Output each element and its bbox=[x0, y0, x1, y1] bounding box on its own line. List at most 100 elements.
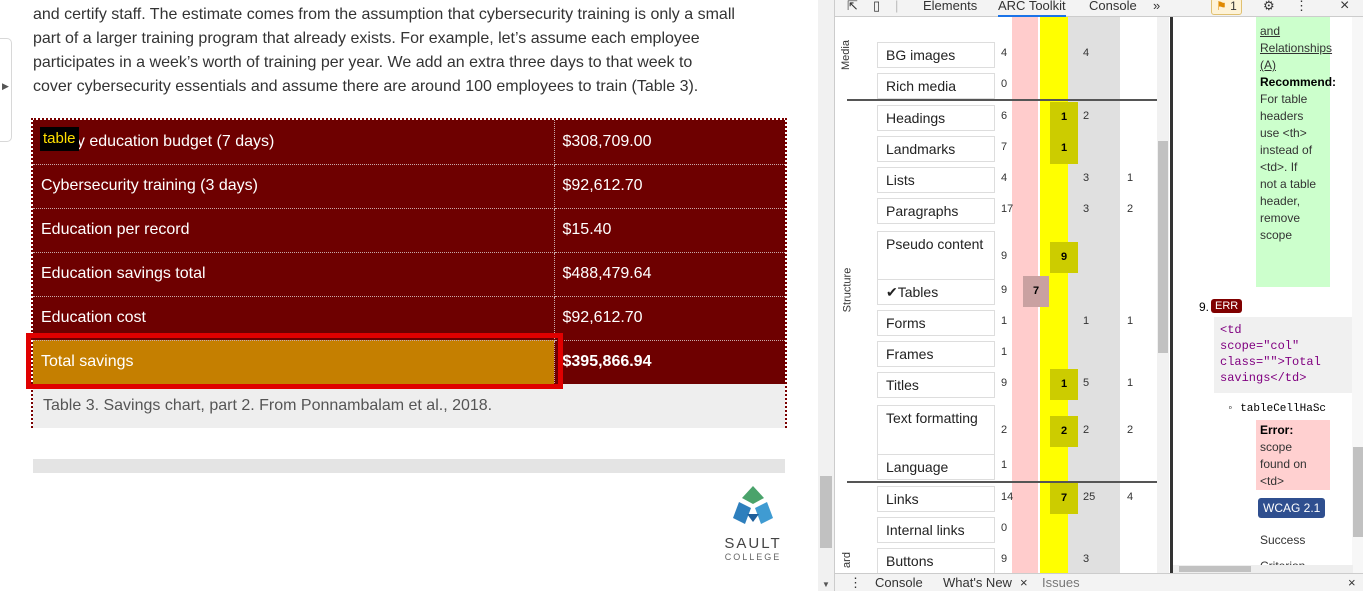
info-count[interactable]: 4 bbox=[1083, 47, 1089, 59]
web-page: ▶ and certify staff. The estimate comes … bbox=[0, 0, 818, 591]
horizontal-scrollbar[interactable] bbox=[1173, 565, 1353, 573]
detail-scrollbar[interactable] bbox=[1352, 17, 1363, 573]
close-drawer-icon[interactable]: × bbox=[1348, 576, 1356, 590]
category-label[interactable]: Titles bbox=[877, 372, 995, 398]
page-scrollbar-thumb[interactable] bbox=[820, 476, 832, 548]
category-label[interactable]: Landmarks bbox=[877, 136, 995, 162]
alert-count[interactable]: 1 bbox=[1050, 102, 1078, 133]
drawer-menu-icon[interactable]: ⋮ bbox=[849, 576, 862, 590]
tab-elements[interactable]: Elements bbox=[923, 0, 977, 15]
alert-count[interactable]: 2 bbox=[1050, 416, 1078, 447]
device-toolbar-icon[interactable]: ▯ bbox=[873, 0, 880, 15]
category-label[interactable]: Forms bbox=[877, 310, 995, 336]
category-row-titles[interactable]: Titles 9 1 5 1 bbox=[875, 369, 1155, 400]
category-row-text-formatting[interactable]: Text formatting 2 2 2 2 bbox=[875, 405, 1155, 463]
recommend-line: <td>. If bbox=[1260, 160, 1298, 174]
horizontal-scrollbar-thumb[interactable] bbox=[1179, 566, 1251, 572]
category-label[interactable]: BG images bbox=[877, 42, 995, 68]
total-count: 9 bbox=[1001, 377, 1008, 389]
category-row-bg-images[interactable]: BG images 4 4 bbox=[875, 39, 1155, 70]
wcag-link[interactable]: and bbox=[1260, 23, 1326, 40]
category-row-lists[interactable]: Lists 4 3 1 bbox=[875, 164, 1155, 195]
error-line: scope bbox=[1260, 440, 1293, 454]
category-row-frames[interactable]: Frames 1 bbox=[875, 338, 1155, 369]
more-tabs-button[interactable]: » bbox=[1153, 0, 1160, 15]
category-label[interactable]: Links bbox=[877, 486, 995, 512]
wcag-link[interactable]: (A) bbox=[1260, 57, 1326, 74]
footer-bar bbox=[33, 459, 785, 473]
extra-count[interactable]: 2 bbox=[1127, 203, 1133, 215]
devtools-toolbar: ⇱ ▯ | Elements ARC Toolkit Console » ⚑ 1… bbox=[835, 0, 1363, 17]
code-line: scope="col" bbox=[1220, 339, 1300, 353]
intro-line: part of a larger training program that a… bbox=[33, 30, 700, 47]
category-row-rich-media[interactable]: Rich media 0 bbox=[875, 70, 1155, 101]
info-count[interactable]: 2 bbox=[1083, 424, 1089, 436]
info-count[interactable]: 1 bbox=[1083, 315, 1089, 327]
recommend-line: instead of bbox=[1260, 143, 1313, 157]
category-label[interactable]: Language bbox=[877, 454, 995, 480]
info-count[interactable]: 5 bbox=[1083, 377, 1089, 389]
close-devtools-icon[interactable]: × bbox=[1340, 0, 1349, 15]
category-label[interactable]: Headings bbox=[877, 105, 995, 131]
category-row-pseudo-content[interactable]: Pseudo content 9 9 bbox=[875, 231, 1155, 289]
info-count[interactable]: 2 bbox=[1083, 110, 1089, 122]
drawer-tab-issues[interactable]: Issues bbox=[1042, 576, 1080, 590]
drawer-tab-whats-new[interactable]: What's New bbox=[943, 576, 1012, 590]
wcag-badge[interactable]: WCAG 2.1 bbox=[1258, 498, 1326, 518]
row-label: Cybersecurity training (3 days) bbox=[33, 164, 555, 209]
category-row-language[interactable]: Language 1 bbox=[875, 451, 1155, 482]
category-row-internal-links[interactable]: Internal links 0 bbox=[875, 514, 1155, 545]
detail-scrollbar-thumb[interactable] bbox=[1353, 447, 1363, 537]
category-row-forms[interactable]: Forms 1 1 1 bbox=[875, 307, 1155, 338]
tab-console[interactable]: Console bbox=[1089, 0, 1137, 15]
category-row-tables[interactable]: ✔Tables 9 7 bbox=[875, 276, 1155, 307]
row-value: $92,612.70 bbox=[554, 164, 785, 209]
issues-counter[interactable]: ⚑ 1 bbox=[1211, 0, 1242, 15]
alert-count[interactable]: 1 bbox=[1050, 369, 1078, 400]
alert-count[interactable]: 9 bbox=[1050, 242, 1078, 273]
extra-count[interactable]: 1 bbox=[1127, 172, 1133, 184]
close-tab-icon[interactable]: × bbox=[1020, 576, 1028, 590]
drawer-tab-console[interactable]: Console bbox=[875, 576, 923, 590]
category-label[interactable]: Frames bbox=[877, 341, 995, 367]
sault-college-logo[interactable]: SAULT COLLEGE bbox=[720, 484, 786, 562]
info-count[interactable]: 3 bbox=[1083, 203, 1089, 215]
category-label[interactable]: Buttons bbox=[877, 548, 995, 573]
category-label[interactable]: Rich media bbox=[877, 73, 995, 99]
info-count[interactable]: 3 bbox=[1083, 553, 1089, 565]
info-count[interactable]: 25 bbox=[1083, 491, 1095, 503]
inspect-element-icon[interactable]: ⇱ bbox=[847, 0, 858, 15]
extra-count[interactable]: 1 bbox=[1127, 377, 1133, 389]
wcag-link[interactable]: Relationships bbox=[1260, 40, 1332, 57]
tab-arc-toolkit[interactable]: ARC Toolkit bbox=[998, 0, 1066, 17]
scroll-down-arrow-icon[interactable]: ▼ bbox=[822, 580, 830, 589]
category-label[interactable]: Lists bbox=[877, 167, 995, 193]
category-row-links[interactable]: Links 14 7 25 4 bbox=[875, 483, 1155, 514]
more-options-icon[interactable]: ⋮ bbox=[1295, 0, 1308, 15]
total-count: 1 bbox=[1001, 459, 1008, 471]
category-row-paragraphs[interactable]: Paragraphs 17 3 2 bbox=[875, 195, 1155, 226]
category-row-headings[interactable]: Headings 6 1 2 bbox=[875, 102, 1155, 133]
info-count[interactable]: 3 bbox=[1083, 172, 1089, 184]
err-badge[interactable]: ERR bbox=[1211, 299, 1243, 313]
total-count: 14 bbox=[1001, 491, 1014, 503]
recommend-line: For table bbox=[1260, 92, 1308, 106]
category-scrollbar-thumb[interactable] bbox=[1158, 141, 1168, 353]
category-label[interactable]: Internal links bbox=[877, 517, 995, 543]
alert-count[interactable]: 1 bbox=[1050, 133, 1078, 164]
total-count: 0 bbox=[1001, 78, 1008, 90]
settings-gear-icon[interactable]: ⚙ bbox=[1263, 0, 1275, 15]
alert-count[interactable]: 7 bbox=[1050, 483, 1078, 514]
category-label[interactable]: ✔Tables bbox=[877, 279, 995, 305]
code-snippet[interactable]: <td scope="col" class="">Total savings</… bbox=[1214, 317, 1363, 393]
page-scrollbar[interactable]: ▼ bbox=[818, 0, 834, 591]
category-scrollbar[interactable] bbox=[1157, 17, 1169, 573]
extra-count[interactable]: 4 bbox=[1127, 491, 1133, 503]
side-panel-toggle[interactable]: ▶ bbox=[0, 38, 12, 142]
extra-count[interactable]: 2 bbox=[1127, 424, 1133, 436]
category-label[interactable]: Paragraphs bbox=[877, 198, 995, 224]
extra-count[interactable]: 1 bbox=[1127, 315, 1133, 327]
error-count[interactable]: 7 bbox=[1023, 276, 1049, 307]
category-row-buttons[interactable]: Buttons 9 3 bbox=[875, 545, 1155, 573]
category-row-landmarks[interactable]: Landmarks 7 1 bbox=[875, 133, 1155, 164]
